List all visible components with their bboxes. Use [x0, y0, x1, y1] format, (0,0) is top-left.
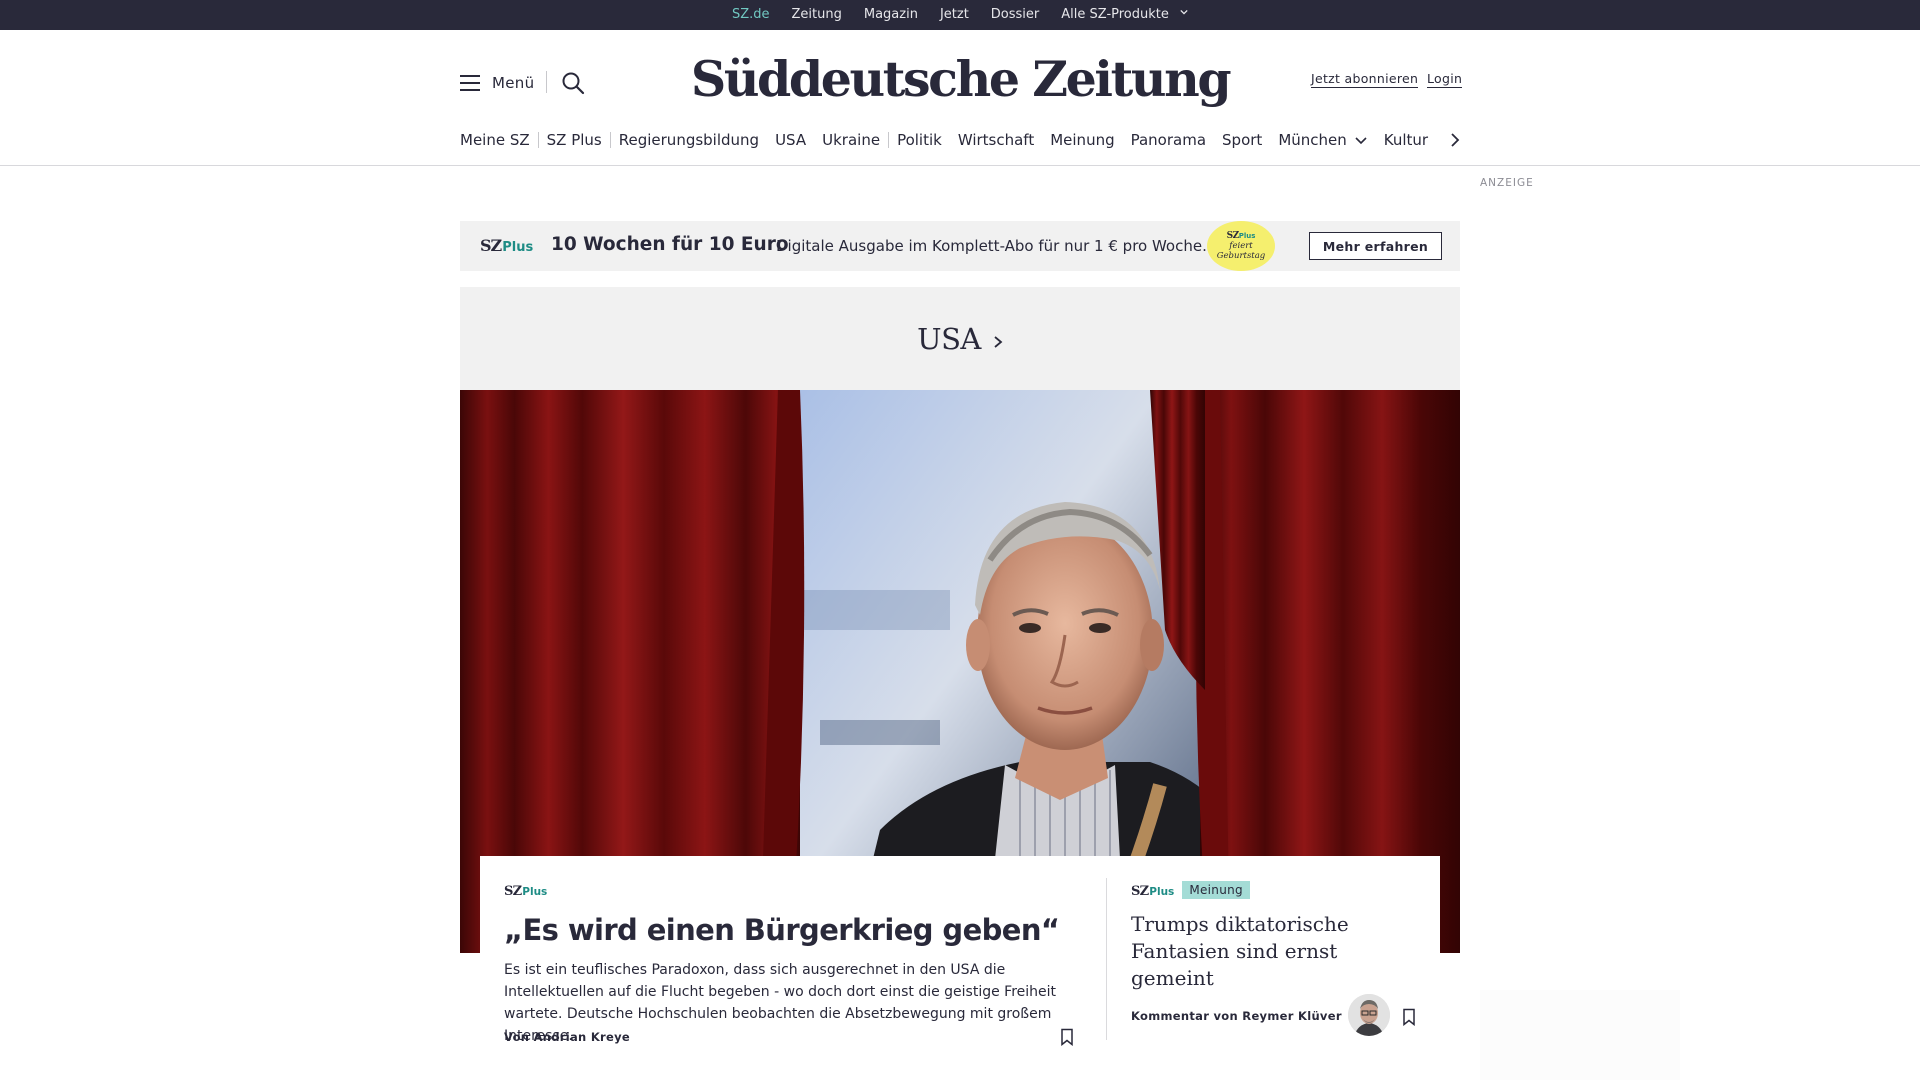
nav-item-regierungsbildung[interactable]: Regierungsbildung: [611, 131, 767, 149]
chevron-right-icon[interactable]: [1447, 130, 1463, 150]
ad-text: Digitale Ausgabe im Komplett-Abo für nur…: [776, 237, 1207, 255]
menu-label: Menü: [492, 74, 535, 92]
sz-plus-tag: SZPlus: [1131, 884, 1174, 899]
learn-more-button[interactable]: Mehr erfahren: [1309, 232, 1442, 260]
header-divider: [546, 71, 547, 93]
card-divider: [1106, 878, 1107, 1040]
plus-label: Plus: [502, 240, 534, 255]
teaser-card: SZPlus „Es wird einen Bürgerkrieg geben“…: [480, 856, 1440, 1080]
section-header-usa[interactable]: USA: [460, 287, 1460, 390]
badge-logo: SZPlus: [1227, 231, 1256, 241]
product-link-magazin[interactable]: Magazin: [853, 0, 929, 30]
product-link-dossier[interactable]: Dossier: [980, 0, 1050, 30]
side-headline[interactable]: Trumps diktatorische Fantasien sind erns…: [1131, 911, 1371, 992]
sz-tag-text: SZ: [504, 884, 522, 899]
nav-item-wirtschaft[interactable]: Wirtschaft: [950, 131, 1042, 149]
bookmark-icon[interactable]: [1060, 1028, 1074, 1046]
all-products-label: Alle SZ-Produkte: [1061, 7, 1169, 22]
product-link-zeitung[interactable]: Zeitung: [781, 0, 853, 30]
bookmark-icon[interactable]: [1402, 1008, 1416, 1026]
chevron-down-icon: [1180, 9, 1188, 15]
login-link[interactable]: Login: [1427, 71, 1463, 88]
sz-plus-logo: SZPlus: [480, 236, 533, 255]
ad-banner[interactable]: SZPlus 10 Wochen für 10 Euro Digitale Au…: [460, 221, 1460, 271]
plus-label: Plus: [1149, 886, 1175, 898]
ad-headline: 10 Wochen für 10 Euro: [551, 234, 789, 255]
sz-logo-text: SZ: [480, 236, 502, 255]
opinion-badge: Meinung: [1182, 881, 1250, 899]
chevron-down-icon: [1355, 137, 1367, 145]
lead-article[interactable]: SZPlus „Es wird einen Bürgerkrieg geben“…: [504, 880, 1064, 1047]
nav-item-muenchen-label: München: [1278, 131, 1347, 149]
nav-item-usa[interactable]: USA: [767, 131, 814, 149]
product-nav: SZ.de Zeitung Magazin Jetzt Dossier Alle…: [0, 0, 1920, 37]
site-header: Menü Süddeutsche Zeitung Jetzt abonniere…: [0, 30, 1920, 166]
side-article[interactable]: SZPlus Meinung Trumps diktatorische Fanta…: [1131, 880, 1421, 992]
author-portrait: [1348, 994, 1390, 1036]
menu-button[interactable]: Menü: [460, 71, 534, 95]
section-nav: Meine SZ SZ Plus Regierungsbildung USA U…: [460, 128, 1436, 152]
author-avatar: [1348, 994, 1390, 1036]
sz-plus-tag: SZPlus: [504, 884, 547, 899]
search-icon[interactable]: [560, 70, 586, 96]
right-rail-placeholder: [1480, 990, 1680, 1080]
nav-item-ukraine[interactable]: Ukraine: [814, 131, 888, 149]
section-title: USA: [917, 321, 981, 356]
nav-item-politik[interactable]: Politik: [889, 131, 950, 149]
badge-line-geburtstag: Geburtstag: [1216, 251, 1266, 261]
subscribe-link[interactable]: Jetzt abonnieren: [1311, 71, 1419, 88]
product-bar: SZ.de Zeitung Magazin Jetzt Dossier Alle…: [0, 0, 1920, 37]
nav-item-meine-sz[interactable]: Meine SZ: [460, 131, 538, 149]
badge-plus: Plus: [1238, 232, 1256, 240]
sz-tag-text: SZ: [1131, 884, 1149, 899]
hamburger-icon: [460, 75, 480, 91]
side-author: Kommentar von Reymer Klüver: [1131, 1009, 1342, 1023]
nav-item-panorama[interactable]: Panorama: [1123, 131, 1214, 149]
nav-item-muenchen[interactable]: München: [1270, 131, 1375, 149]
chevron-right-icon: [994, 335, 1003, 348]
ad-label: ANZEIGE: [1480, 177, 1534, 189]
anniversary-badge: SZPlus feiert Geburtstag: [1207, 221, 1275, 271]
nav-item-sport[interactable]: Sport: [1214, 131, 1270, 149]
nav-item-sz-plus[interactable]: SZ Plus: [539, 131, 610, 149]
product-link-jetzt[interactable]: Jetzt: [929, 0, 980, 30]
nav-item-meinung[interactable]: Meinung: [1042, 131, 1122, 149]
site-logo[interactable]: Süddeutsche Zeitung: [691, 44, 1232, 114]
badge-line-feiert: feiert: [1229, 241, 1253, 251]
product-link-sz-de[interactable]: SZ.de: [721, 0, 781, 37]
lead-headline[interactable]: „Es wird einen Bürgerkrieg geben“: [504, 913, 1064, 947]
plus-label: Plus: [522, 886, 548, 898]
logo-text: Süddeutsche Zeitung: [690, 50, 1232, 108]
badge-sz: SZ: [1226, 231, 1240, 241]
product-link-all-products[interactable]: Alle SZ-Produkte: [1050, 0, 1199, 30]
nav-item-kultur[interactable]: Kultur: [1376, 131, 1436, 149]
lead-author: Von Andrian Kreye: [504, 1030, 631, 1044]
